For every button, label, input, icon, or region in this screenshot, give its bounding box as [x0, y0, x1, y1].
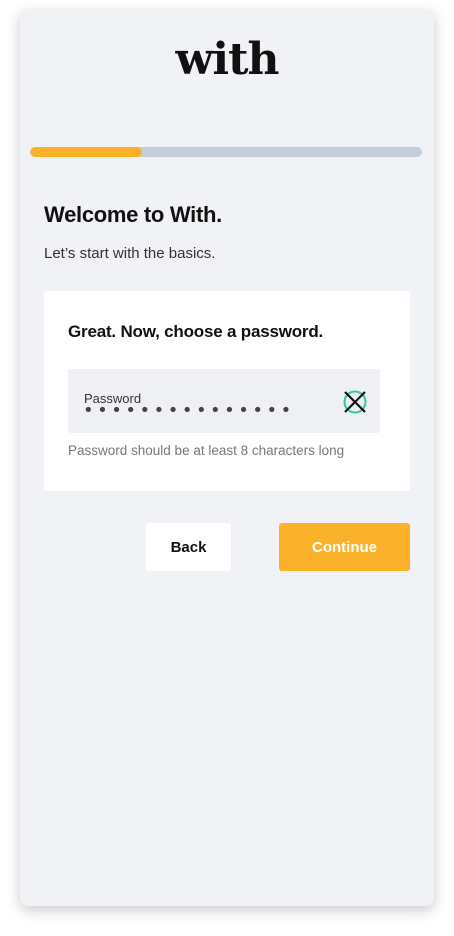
password-masked-value[interactable]: ••••••••••••••• [83, 400, 295, 421]
progress-bar-fill [30, 147, 142, 157]
continue-button[interactable]: Continue [279, 523, 410, 571]
onboarding-card: with Welcome to With. Let’s start with t… [20, 10, 434, 906]
password-form-panel: Great. Now, choose a password. Password … [44, 291, 410, 491]
visibility-toggle-icon[interactable] [342, 389, 368, 415]
progress-bar [30, 147, 422, 157]
page-subtitle: Let’s start with the basics. [44, 245, 216, 262]
form-heading: Great. Now, choose a password. [68, 322, 324, 341]
page-title: Welcome to With. [44, 202, 222, 227]
password-field[interactable]: Password ••••••••••••••• [68, 369, 380, 433]
back-button[interactable]: Back [146, 523, 231, 571]
brand-logo: with [175, 34, 280, 85]
password-hint: Password should be at least 8 characters… [68, 443, 345, 458]
